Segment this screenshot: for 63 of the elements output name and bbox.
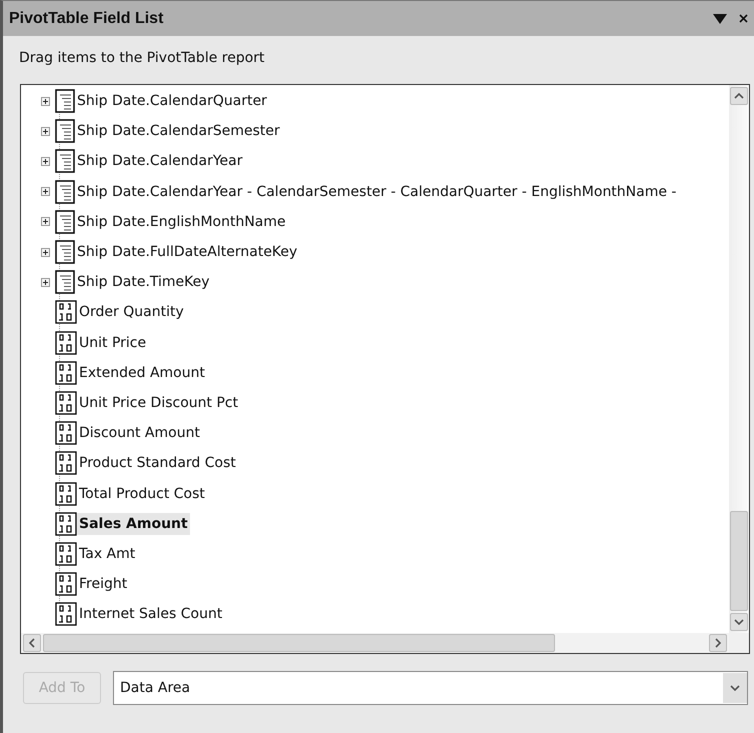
field-item[interactable]: Tax Amt	[77, 542, 138, 565]
field-item[interactable]: Internet Sales Count	[77, 603, 224, 626]
expand-icon[interactable]	[41, 126, 50, 136]
expand-icon[interactable]	[41, 156, 50, 166]
instruction-text: Drag items to the PivotTable report	[19, 50, 265, 66]
expand-icon[interactable]	[41, 278, 50, 287]
binary-digits-icon	[55, 542, 77, 566]
field-item[interactable]: Unit Price Discount Pct	[77, 392, 240, 414]
field-item[interactable]: Extended Amount	[77, 362, 207, 384]
chevron-left-icon	[29, 638, 35, 648]
vertical-scrollbar[interactable]	[729, 85, 749, 633]
scrollbar-thumb[interactable]	[730, 511, 748, 611]
binary-digits-icon	[55, 482, 77, 506]
field-item[interactable]: Sales Amount	[77, 512, 190, 535]
field-item[interactable]: Ship Date.CalendarSemester	[75, 120, 282, 142]
list-icon	[55, 149, 75, 174]
field-item[interactable]: Ship Date.CalendarYear - CalendarSemester - CalendarQuarter - EnglishMonthName -	[75, 180, 678, 203]
chevron-down-icon	[730, 685, 740, 691]
expand-icon[interactable]	[41, 217, 50, 226]
field-item[interactable]: Unit Price	[77, 332, 148, 354]
field-item[interactable]: Discount Amount	[77, 422, 202, 444]
scroll-right-button[interactable]	[709, 634, 727, 652]
horizontal-scrollbar[interactable]	[21, 633, 729, 653]
binary-digits-icon	[55, 572, 77, 596]
list-icon	[55, 210, 75, 234]
field-item[interactable]: Ship Date.CalendarQuarter	[75, 90, 269, 112]
scrollbar-thumb[interactable]	[43, 634, 555, 652]
scroll-down-button[interactable]	[730, 613, 748, 631]
expand-icon[interactable]	[41, 96, 50, 106]
field-item[interactable]: Ship Date.EnglishMonthName	[75, 210, 288, 233]
field-item[interactable]: Order Quantity	[77, 301, 186, 324]
field-item[interactable]: Total Product Cost	[77, 482, 207, 505]
list-icon	[55, 119, 75, 144]
close-icon[interactable]	[739, 14, 748, 23]
window-title: PivotTable Field List	[9, 10, 164, 28]
list-icon	[55, 270, 75, 294]
expand-icon[interactable]	[41, 248, 50, 257]
scroll-left-button[interactable]	[23, 634, 41, 652]
binary-digits-icon	[55, 512, 77, 536]
list-icon	[55, 240, 75, 264]
dropdown-button[interactable]	[723, 673, 747, 703]
binary-digits-icon	[55, 330, 77, 355]
chevron-down-icon	[734, 619, 744, 625]
area-dropdown[interactable]: Data Area	[113, 671, 748, 705]
field-item[interactable]: Ship Date.CalendarYear	[75, 150, 244, 172]
binary-digits-icon	[55, 602, 77, 626]
field-item[interactable]: Product Standard Cost	[77, 452, 238, 474]
binary-digits-icon	[55, 421, 77, 446]
scrollbar-corner	[729, 633, 749, 653]
field-item[interactable]: Freight	[77, 573, 130, 596]
expand-icon[interactable]	[41, 187, 50, 196]
list-icon	[55, 89, 75, 114]
chevron-right-icon	[715, 638, 721, 648]
dropdown-arrow-icon[interactable]	[713, 14, 727, 24]
field-item[interactable]: Ship Date.FullDateAlternateKey	[75, 241, 300, 264]
binary-digits-icon	[55, 451, 77, 476]
binary-digits-icon	[55, 300, 77, 324]
binary-digits-icon	[55, 390, 77, 415]
binary-digits-icon	[55, 360, 77, 385]
list-icon	[55, 180, 75, 204]
chevron-up-icon	[734, 93, 744, 99]
field-item[interactable]: Ship Date.TimeKey	[75, 271, 212, 294]
scroll-up-button[interactable]	[730, 87, 748, 105]
